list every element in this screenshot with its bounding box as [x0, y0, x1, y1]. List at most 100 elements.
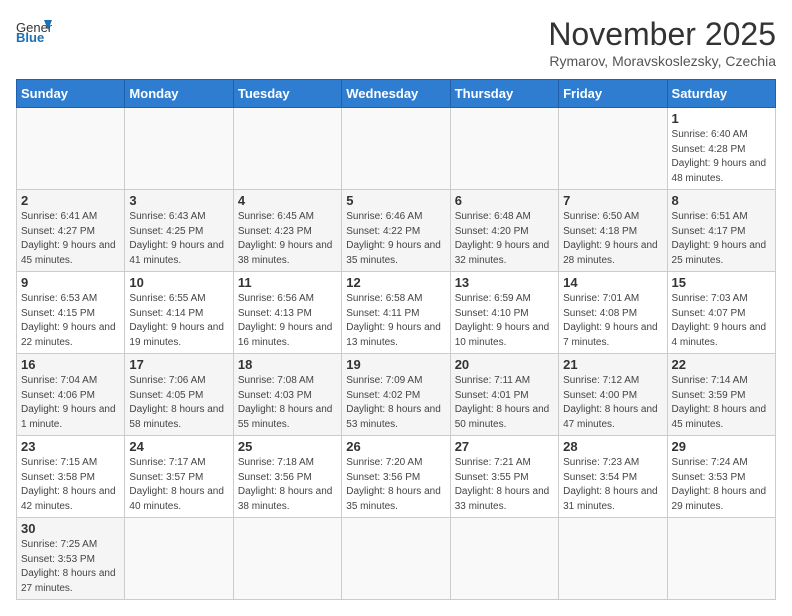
calendar-cell: 24 Sunrise: 7:17 AM Sunset: 3:57 PM Dayli…: [125, 436, 233, 518]
svg-text:Blue: Blue: [16, 30, 44, 44]
calendar-cell: 23 Sunrise: 7:15 AM Sunset: 3:58 PM Dayli…: [17, 436, 125, 518]
day-info: Sunrise: 6:40 AM Sunset: 4:28 PM Dayligh…: [672, 128, 771, 186]
day-number: 13: [455, 275, 554, 290]
day-info: Sunrise: 7:08 AM Sunset: 4:03 PM Dayligh…: [238, 374, 337, 432]
day-number: 19: [346, 357, 445, 372]
day-info: Sunrise: 6:55 AM Sunset: 4:14 PM Dayligh…: [129, 292, 228, 350]
page-header: General Blue November 2025 Rymarov, Mora…: [16, 16, 776, 69]
calendar-cell: 20Sunrise: 7:11 AM Sunset: 4:01 PM Dayli…: [450, 354, 558, 436]
calendar-cell: 29Sunrise: 7:24 AM Sunset: 3:53 PM Dayli…: [667, 436, 775, 518]
title-area: November 2025 Rymarov, Moravskoslezsky, …: [548, 16, 776, 69]
day-info: Sunrise: 7:23 AM Sunset: 3:54 PM Dayligh…: [563, 456, 662, 514]
day-info: Sunrise: 6:45 AM Sunset: 4:23 PM Dayligh…: [238, 210, 337, 268]
calendar-week-row: 30Sunrise: 7:25 AM Sunset: 3:53 PM Dayli…: [17, 518, 776, 600]
weekday-header-friday: Friday: [559, 80, 667, 108]
day-number: 23: [21, 439, 120, 454]
day-info: Sunrise: 7:09 AM Sunset: 4:02 PM Dayligh…: [346, 374, 445, 432]
calendar-cell: 30Sunrise: 7:25 AM Sunset: 3:53 PM Dayli…: [17, 518, 125, 600]
day-info: Sunrise: 7:14 AM Sunset: 3:59 PM Dayligh…: [672, 374, 771, 432]
day-info: Sunrise: 7:18 AM Sunset: 3:56 PM Dayligh…: [238, 456, 337, 514]
logo: General Blue: [16, 16, 52, 44]
calendar-cell: 19 Sunrise: 7:09 AM Sunset: 4:02 PM Dayli…: [342, 354, 450, 436]
day-info: Sunrise: 7:03 AM Sunset: 4:07 PM Dayligh…: [672, 292, 771, 350]
day-info: Sunrise: 6:51 AM Sunset: 4:17 PM Dayligh…: [672, 210, 771, 268]
weekday-header-thursday: Thursday: [450, 80, 558, 108]
calendar-cell: 17Sunrise: 7:06 AM Sunset: 4:05 PM Dayli…: [125, 354, 233, 436]
day-info: Sunrise: 6:58 AM Sunset: 4:11 PM Dayligh…: [346, 292, 445, 350]
calendar-subtitle: Rymarov, Moravskoslezsky, Czechia: [548, 53, 776, 69]
day-info: Sunrise: 7:21 AM Sunset: 3:55 PM Dayligh…: [455, 456, 554, 514]
calendar-cell: 2 Sunrise: 6:41 AM Sunset: 4:27 PM Daylig…: [17, 190, 125, 272]
day-number: 11: [238, 275, 337, 290]
day-info: Sunrise: 6:50 AM Sunset: 4:18 PM Dayligh…: [563, 210, 662, 268]
day-number: 22: [672, 357, 771, 372]
calendar-cell: 16 Sunrise: 7:04 AM Sunset: 4:06 PM Dayli…: [17, 354, 125, 436]
calendar-cell: 14Sunrise: 7:01 AM Sunset: 4:08 PM Dayli…: [559, 272, 667, 354]
calendar-cell: 28 Sunrise: 7:23 AM Sunset: 3:54 PM Dayli…: [559, 436, 667, 518]
calendar-cell: 11Sunrise: 6:56 AM Sunset: 4:13 PM Dayli…: [233, 272, 341, 354]
day-number: 24: [129, 439, 228, 454]
calendar-cell: 1 Sunrise: 6:40 AM Sunset: 4:28 PM Daylig…: [667, 108, 775, 190]
calendar-cell: [125, 108, 233, 190]
weekday-header-monday: Monday: [125, 80, 233, 108]
calendar-cell: 5 Sunrise: 6:46 AM Sunset: 4:22 PM Daylig…: [342, 190, 450, 272]
day-number: 16: [21, 357, 120, 372]
calendar-week-row: 16 Sunrise: 7:04 AM Sunset: 4:06 PM Dayli…: [17, 354, 776, 436]
calendar-cell: 18 Sunrise: 7:08 AM Sunset: 4:03 PM Dayli…: [233, 354, 341, 436]
day-number: 3: [129, 193, 228, 208]
calendar-cell: 13 Sunrise: 6:59 AM Sunset: 4:10 PM Dayli…: [450, 272, 558, 354]
day-info: Sunrise: 7:15 AM Sunset: 3:58 PM Dayligh…: [21, 456, 120, 514]
day-info: Sunrise: 7:11 AM Sunset: 4:01 PM Dayligh…: [455, 374, 554, 432]
calendar-cell: [342, 108, 450, 190]
weekday-header-sunday: Sunday: [17, 80, 125, 108]
weekday-header-wednesday: Wednesday: [342, 80, 450, 108]
calendar-cell: 25Sunrise: 7:18 AM Sunset: 3:56 PM Dayli…: [233, 436, 341, 518]
calendar-week-row: 2 Sunrise: 6:41 AM Sunset: 4:27 PM Daylig…: [17, 190, 776, 272]
weekday-header-row: SundayMondayTuesdayWednesdayThursdayFrid…: [17, 80, 776, 108]
day-number: 28: [563, 439, 662, 454]
day-info: Sunrise: 7:25 AM Sunset: 3:53 PM Dayligh…: [21, 538, 120, 596]
calendar-cell: 9Sunrise: 6:53 AM Sunset: 4:15 PM Daylig…: [17, 272, 125, 354]
calendar-week-row: 9Sunrise: 6:53 AM Sunset: 4:15 PM Daylig…: [17, 272, 776, 354]
day-number: 17: [129, 357, 228, 372]
calendar-cell: 8 Sunrise: 6:51 AM Sunset: 4:17 PM Daylig…: [667, 190, 775, 272]
calendar-cell: 4 Sunrise: 6:45 AM Sunset: 4:23 PM Daylig…: [233, 190, 341, 272]
day-number: 27: [455, 439, 554, 454]
day-info: Sunrise: 6:48 AM Sunset: 4:20 PM Dayligh…: [455, 210, 554, 268]
day-number: 26: [346, 439, 445, 454]
calendar-cell: 10Sunrise: 6:55 AM Sunset: 4:14 PM Dayli…: [125, 272, 233, 354]
calendar-cell: [450, 518, 558, 600]
logo-icon: General Blue: [16, 16, 52, 44]
day-number: 9: [21, 275, 120, 290]
day-info: Sunrise: 6:43 AM Sunset: 4:25 PM Dayligh…: [129, 210, 228, 268]
day-info: Sunrise: 7:24 AM Sunset: 3:53 PM Dayligh…: [672, 456, 771, 514]
calendar-cell: [17, 108, 125, 190]
calendar-week-row: 1 Sunrise: 6:40 AM Sunset: 4:28 PM Daylig…: [17, 108, 776, 190]
calendar-cell: 15 Sunrise: 7:03 AM Sunset: 4:07 PM Dayli…: [667, 272, 775, 354]
day-info: Sunrise: 7:20 AM Sunset: 3:56 PM Dayligh…: [346, 456, 445, 514]
day-number: 5: [346, 193, 445, 208]
calendar-week-row: 23 Sunrise: 7:15 AM Sunset: 3:58 PM Dayli…: [17, 436, 776, 518]
calendar-title: November 2025: [548, 16, 776, 53]
day-number: 12: [346, 275, 445, 290]
day-number: 2: [21, 193, 120, 208]
calendar-cell: [125, 518, 233, 600]
day-number: 18: [238, 357, 337, 372]
day-info: Sunrise: 6:41 AM Sunset: 4:27 PM Dayligh…: [21, 210, 120, 268]
calendar-cell: 22 Sunrise: 7:14 AM Sunset: 3:59 PM Dayli…: [667, 354, 775, 436]
day-info: Sunrise: 6:46 AM Sunset: 4:22 PM Dayligh…: [346, 210, 445, 268]
day-info: Sunrise: 6:59 AM Sunset: 4:10 PM Dayligh…: [455, 292, 554, 350]
day-number: 15: [672, 275, 771, 290]
day-number: 4: [238, 193, 337, 208]
calendar-cell: 6Sunrise: 6:48 AM Sunset: 4:20 PM Daylig…: [450, 190, 558, 272]
day-number: 8: [672, 193, 771, 208]
calendar-cell: 26 Sunrise: 7:20 AM Sunset: 3:56 PM Dayli…: [342, 436, 450, 518]
calendar-cell: [559, 108, 667, 190]
calendar-table: SundayMondayTuesdayWednesdayThursdayFrid…: [16, 79, 776, 600]
day-number: 21: [563, 357, 662, 372]
day-info: Sunrise: 7:17 AM Sunset: 3:57 PM Dayligh…: [129, 456, 228, 514]
calendar-cell: [233, 518, 341, 600]
day-number: 1: [672, 111, 771, 126]
day-info: Sunrise: 7:04 AM Sunset: 4:06 PM Dayligh…: [21, 374, 120, 432]
day-number: 14: [563, 275, 662, 290]
